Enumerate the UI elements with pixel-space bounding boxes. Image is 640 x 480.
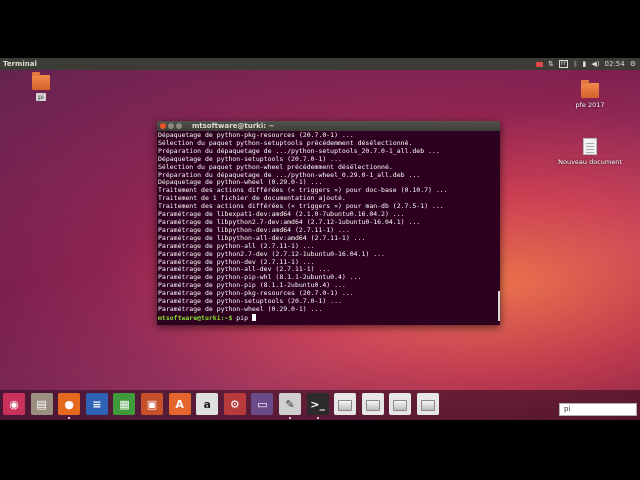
clock[interactable]: 02:54 bbox=[605, 60, 625, 68]
folder-icon bbox=[32, 72, 50, 90]
running-indicator bbox=[68, 417, 71, 419]
battery-icon[interactable]: ▮ bbox=[583, 60, 587, 68]
launcher-calc-icon[interactable]: ▦ bbox=[113, 393, 136, 415]
active-app-title: Terminal bbox=[3, 60, 37, 68]
launcher-drive-1-icon[interactable] bbox=[334, 393, 357, 415]
launcher-glyph: ● bbox=[64, 397, 74, 411]
terminal-prompt-line[interactable]: mtsoftware@turki:~$ pip bbox=[158, 313, 499, 323]
terminal-line: Paramétrage de python-wheel (0.29.0-1) .… bbox=[158, 304, 323, 313]
terminal-scrollbar[interactable] bbox=[498, 291, 500, 321]
launcher-glyph: ▣ bbox=[146, 397, 158, 411]
running-indicator bbox=[316, 417, 319, 419]
desktop-icon-nouveau-document[interactable]: Nouveau document bbox=[555, 138, 625, 166]
desktop-icon-pfe-2017[interactable]: pfe 2017 bbox=[568, 80, 612, 109]
record-indicator-icon[interactable] bbox=[535, 61, 543, 67]
launcher-writer-icon[interactable]: ≡ bbox=[85, 393, 108, 415]
launcher-monitor-icon[interactable]: ▭ bbox=[251, 393, 274, 415]
launcher-impress-icon[interactable]: ▣ bbox=[141, 393, 163, 415]
desktop-icon-label: pi bbox=[36, 93, 46, 101]
launcher-drive-2-icon[interactable] bbox=[361, 393, 384, 415]
desktop-icon-label: Nouveau document bbox=[558, 158, 622, 166]
launcher-amazon-icon[interactable]: a bbox=[196, 393, 219, 415]
folder-icon bbox=[581, 80, 599, 98]
launcher-glyph: ▤ bbox=[36, 397, 47, 411]
running-indicator bbox=[289, 417, 291, 419]
launcher-drive-4-icon[interactable] bbox=[417, 393, 439, 415]
desktop-icon-pi[interactable]: pi bbox=[30, 72, 52, 101]
close-icon[interactable] bbox=[160, 123, 166, 129]
search-input[interactable]: pi bbox=[559, 403, 637, 416]
launcher-glyph: ◉ bbox=[9, 397, 19, 411]
top-panel: Terminal ⇅ Fr ᛒ ▮ ◀) 02:54 ⚙ bbox=[0, 58, 640, 70]
launcher-files-icon[interactable]: ▤ bbox=[30, 393, 53, 415]
launcher-terminal-icon[interactable]: >_ bbox=[306, 393, 329, 419]
minimize-icon[interactable] bbox=[168, 123, 174, 129]
launcher-glyph: ▦ bbox=[119, 397, 130, 411]
terminal-title: mtsoftware@turki: ~ bbox=[192, 122, 275, 130]
launcher-drive-3-icon[interactable] bbox=[389, 393, 412, 415]
launcher-glyph: ▭ bbox=[257, 397, 268, 411]
launcher-glyph: A bbox=[175, 397, 184, 411]
launcher-ubuntu-dash-icon[interactable]: ◉ bbox=[3, 393, 25, 415]
launcher-glyph: ✎ bbox=[285, 397, 295, 411]
launcher-glyph: ≡ bbox=[92, 397, 102, 411]
terminal-cursor bbox=[251, 313, 256, 321]
network-icon[interactable]: ⇅ bbox=[548, 60, 554, 68]
launcher-glyph: a bbox=[203, 397, 211, 411]
terminal-prompt: mtsoftware@turki:~$ bbox=[158, 313, 233, 322]
volume-icon[interactable]: ◀) bbox=[591, 60, 599, 68]
terminal-titlebar[interactable]: mtsoftware@turki: ~ bbox=[157, 121, 500, 131]
desktop-screen: Terminal ⇅ Fr ᛒ ▮ ◀) 02:54 ⚙ pi pfe 2017… bbox=[0, 58, 640, 420]
bluetooth-icon[interactable]: ᛒ bbox=[573, 60, 577, 68]
gear-icon[interactable]: ⚙ bbox=[630, 60, 636, 68]
terminal-output[interactable]: Dépaquetage de python-pkg-resources (20.… bbox=[157, 131, 500, 324]
desktop-icon-label: pfe 2017 bbox=[575, 101, 605, 109]
launcher-system-settings-icon[interactable]: ⚙ bbox=[223, 393, 246, 415]
terminal-window[interactable]: mtsoftware@turki: ~ Dépaquetage de pytho… bbox=[157, 121, 500, 325]
launcher-glyph: >_ bbox=[310, 397, 325, 411]
launcher-software-center-icon[interactable]: A bbox=[168, 393, 191, 415]
indicator-area: ⇅ Fr ᛒ ▮ ◀) 02:54 ⚙ bbox=[535, 60, 640, 68]
launcher-firefox-icon[interactable]: ● bbox=[58, 393, 81, 419]
terminal-command: pip bbox=[232, 313, 252, 322]
launcher-bar: ◉ ▤ ● ≡ ▦ ▣ Aa ⚙ ▭ ✎ >_ bbox=[0, 390, 640, 420]
keyboard-layout-indicator[interactable]: Fr bbox=[558, 60, 569, 68]
launcher-glyph: ⚙ bbox=[229, 397, 240, 411]
launcher-text-editor-icon[interactable]: ✎ bbox=[279, 393, 301, 419]
maximize-icon[interactable] bbox=[176, 123, 182, 129]
document-icon bbox=[583, 138, 597, 155]
